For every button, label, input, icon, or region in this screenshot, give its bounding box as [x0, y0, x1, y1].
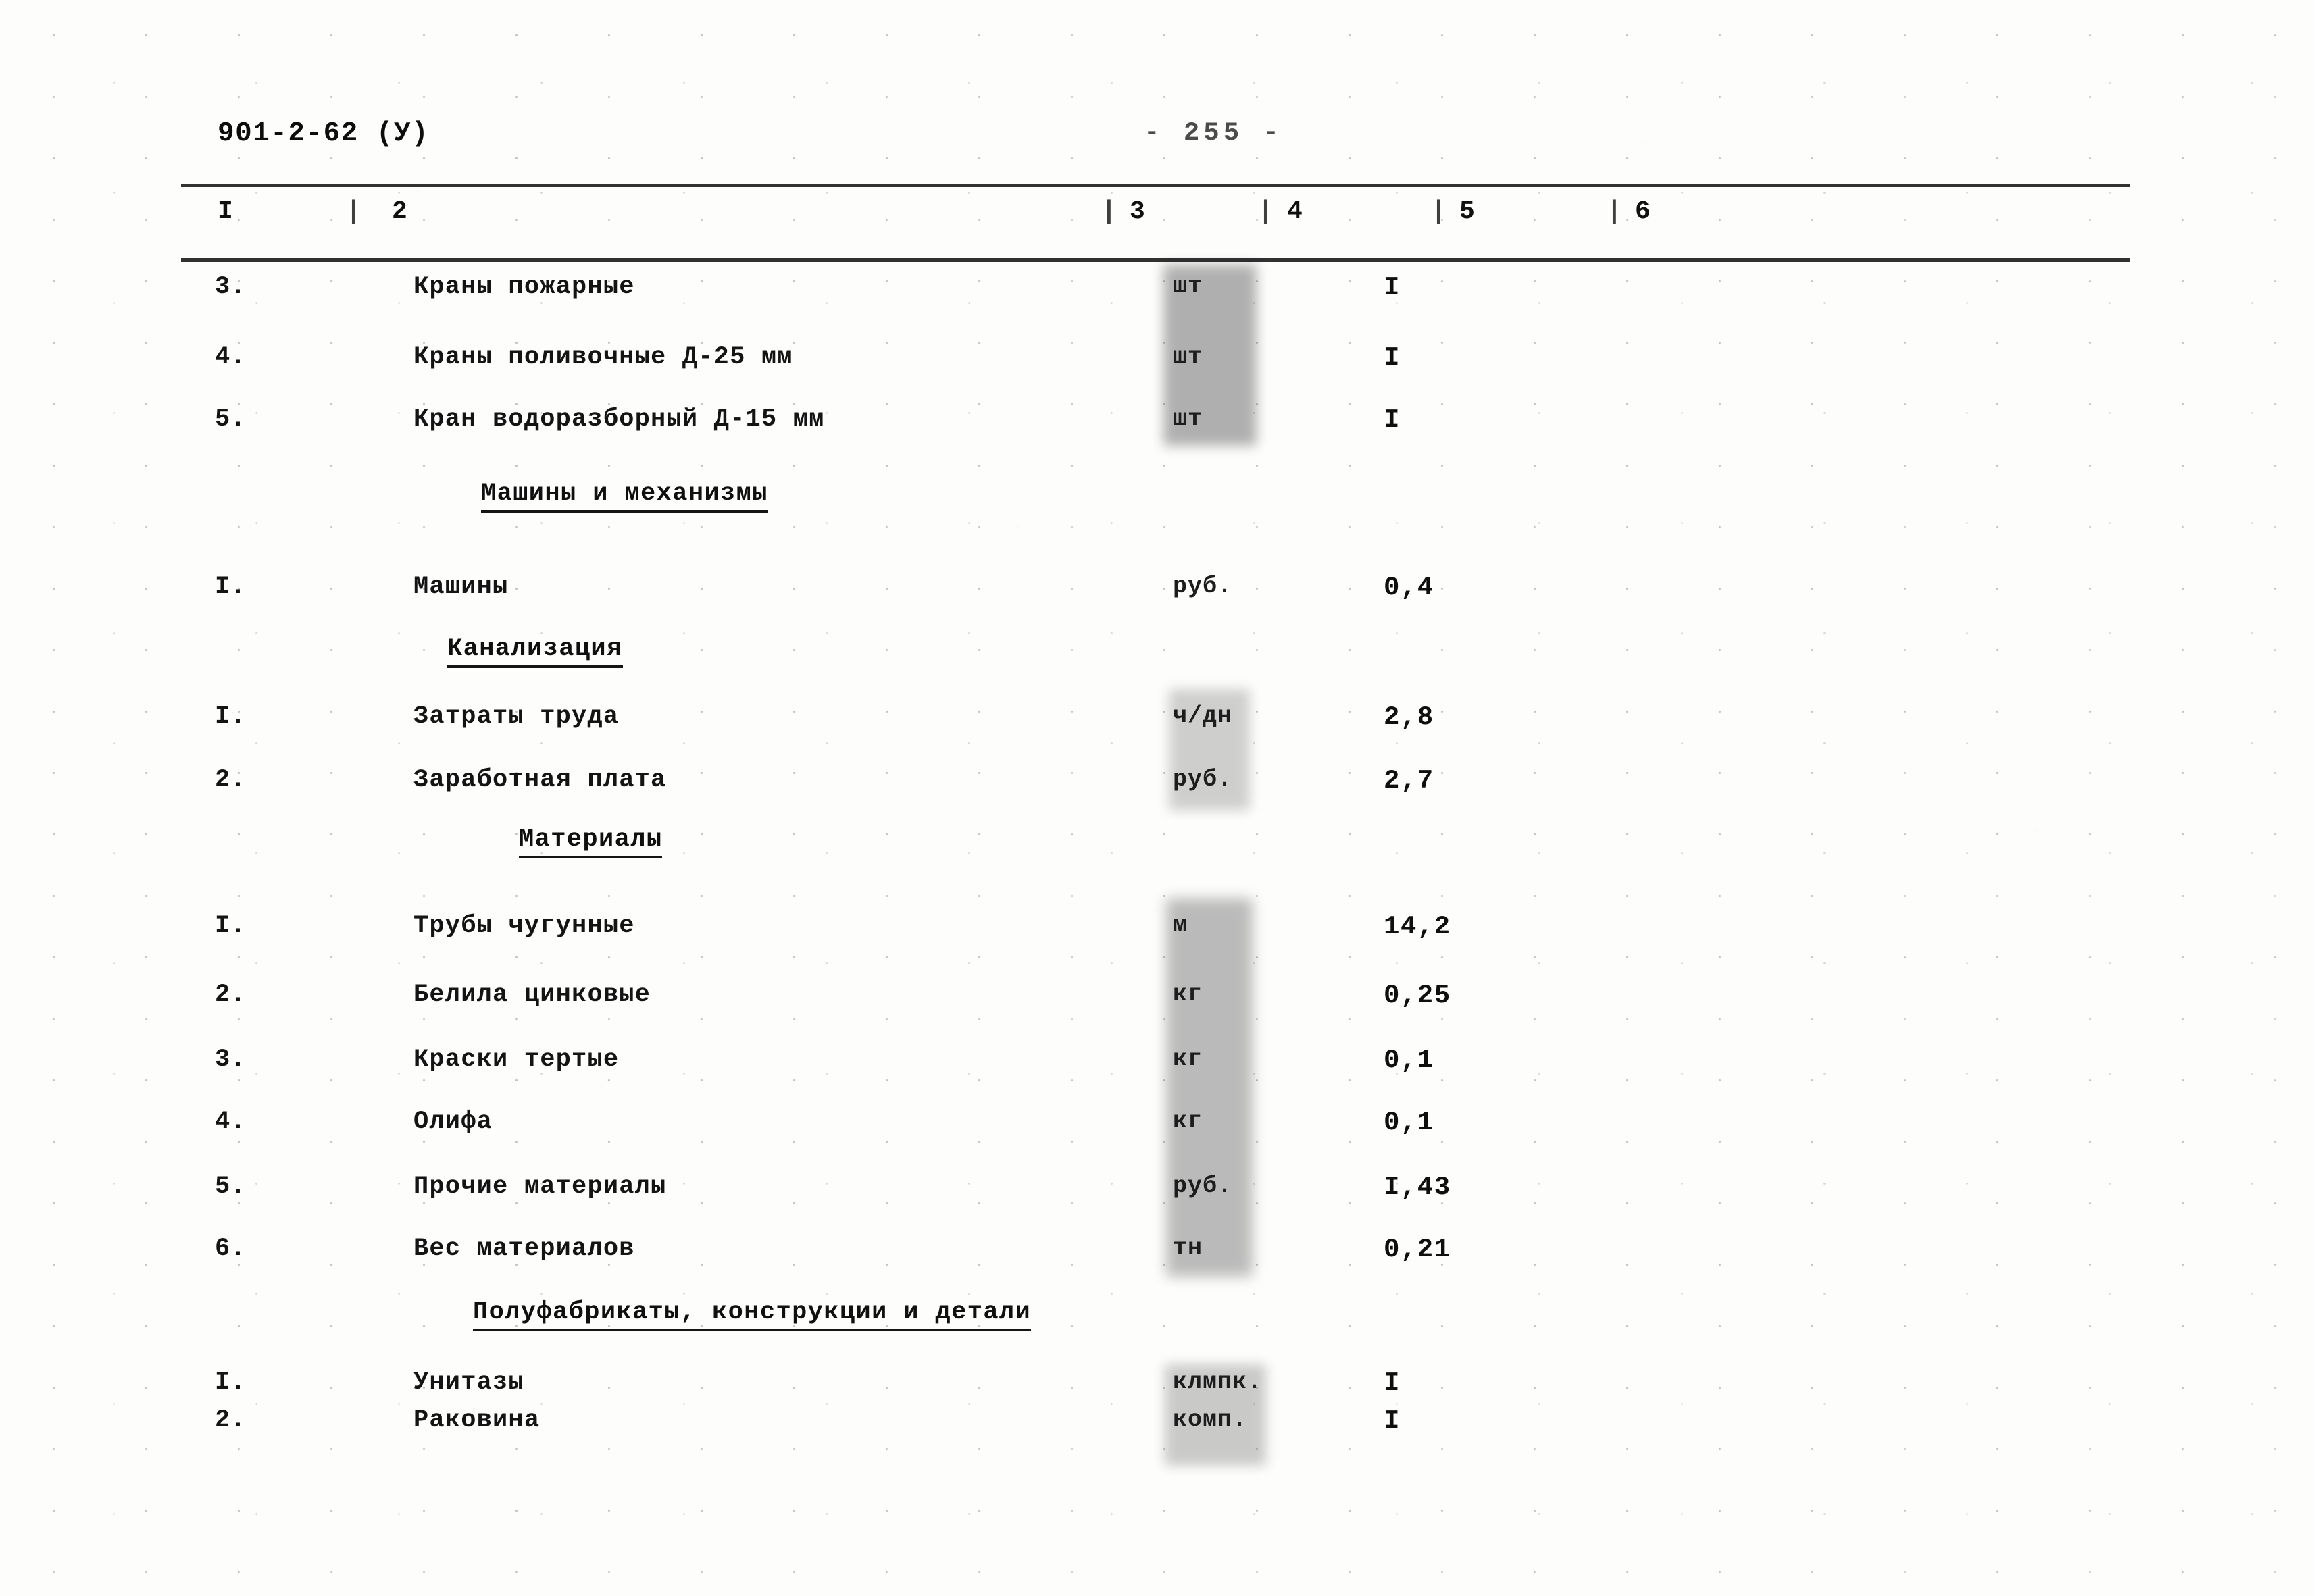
- row-name: Олифа: [413, 1108, 493, 1136]
- row-unit: шт: [1173, 343, 1203, 370]
- row-unit: кг: [1173, 1108, 1203, 1135]
- table-rule-bottom: [181, 258, 2130, 262]
- row-unit: ч/дн: [1173, 702, 1233, 729]
- row-number: 2.: [215, 766, 247, 794]
- column-header-6: 6: [1635, 197, 1651, 226]
- table-row: 2. Белила цинковые кг 0,25: [0, 981, 2314, 1023]
- column-header-separator: |: [1258, 197, 1274, 226]
- table-row: 2. Заработная плата руб. 2,7: [0, 766, 2314, 808]
- column-header-5: 5: [1459, 197, 1475, 226]
- row-unit: руб.: [1173, 766, 1233, 793]
- row-name: Белила цинковые: [413, 981, 651, 1009]
- row-number: I.: [215, 573, 247, 601]
- table-row: 4. Краны поливочные Д-25 мм шт I: [0, 343, 2314, 385]
- row-number: 3.: [215, 1046, 247, 1074]
- column-header-separator: |: [346, 197, 361, 226]
- row-unit: клмпк.: [1173, 1368, 1263, 1395]
- row-number: I.: [215, 702, 247, 731]
- table-row: I. Машины руб. 0,4: [0, 573, 2314, 615]
- column-header-separator: |: [1607, 197, 1622, 226]
- row-name: Раковина: [413, 1406, 540, 1435]
- page-number: - 255 -: [1144, 118, 1283, 148]
- section-title: Материалы: [519, 825, 663, 858]
- column-header-separator: |: [1101, 197, 1117, 226]
- row-value: I: [1384, 343, 1401, 373]
- row-name: Трубы чугунные: [413, 912, 635, 940]
- row-name: Унитазы: [413, 1368, 524, 1397]
- row-name: Краски тертые: [413, 1046, 620, 1074]
- row-name: Вес материалов: [413, 1235, 635, 1263]
- row-unit: кг: [1173, 981, 1203, 1008]
- table-row: 2. Раковина комп. I: [0, 1406, 2314, 1448]
- row-unit: руб.: [1173, 1173, 1233, 1200]
- column-header-4: 4: [1287, 197, 1303, 226]
- section-title: Полуфабрикаты, конструкции и детали: [473, 1298, 1032, 1331]
- row-value: 0,1: [1384, 1046, 1434, 1075]
- table-row: 3. Краски тертые кг 0,1: [0, 1046, 2314, 1087]
- row-name: Краны поливочные Д-25 мм: [413, 343, 793, 371]
- row-value: 0,1: [1384, 1108, 1434, 1137]
- row-number: 3.: [215, 273, 247, 301]
- row-value: I,43: [1384, 1173, 1451, 1202]
- row-number: 6.: [215, 1235, 247, 1263]
- row-value: 0,4: [1384, 573, 1434, 602]
- table-row: 5. Кран водоразборный Д-15 мм шт I: [0, 405, 2314, 447]
- table-row: 6. Вес материалов тн 0,21: [0, 1235, 2314, 1277]
- row-name: Краны пожарные: [413, 273, 635, 301]
- row-number: 2.: [215, 1406, 247, 1435]
- table-rule-top: [181, 184, 2130, 187]
- row-name: Затраты труда: [413, 702, 620, 731]
- row-value: 2,7: [1384, 766, 1434, 796]
- row-unit: руб.: [1173, 573, 1233, 600]
- row-value: 14,2: [1384, 912, 1451, 942]
- column-header-1: I: [218, 197, 233, 226]
- table-row: I. Трубы чугунные м 14,2: [0, 912, 2314, 954]
- row-number: 5.: [215, 1173, 247, 1201]
- row-value: 0,25: [1384, 981, 1451, 1010]
- row-unit: тн: [1173, 1235, 1203, 1262]
- row-unit: м: [1173, 912, 1188, 939]
- scan-smudge-artifact: [1166, 898, 1253, 1277]
- row-number: 5.: [215, 405, 247, 434]
- column-header-3: 3: [1130, 197, 1145, 226]
- table-row: 4. Олифа кг 0,1: [0, 1108, 2314, 1150]
- row-unit: шт: [1173, 405, 1203, 432]
- row-name: Заработная плата: [413, 766, 667, 794]
- row-value: 0,21: [1384, 1235, 1451, 1264]
- row-value: 2,8: [1384, 702, 1434, 732]
- row-number: 4.: [215, 343, 247, 371]
- row-value: I: [1384, 1368, 1401, 1398]
- row-number: 2.: [215, 981, 247, 1009]
- scanned-page: 901-2-62 (У) - 255 - I 2 3 4 5 6 | | | | | 3. Краны…: [0, 0, 2314, 1596]
- table-row: I. Унитазы клмпк. I: [0, 1368, 2314, 1410]
- row-unit: комп.: [1173, 1406, 1248, 1433]
- column-header-separator: |: [1431, 197, 1447, 226]
- row-value: I: [1384, 1406, 1401, 1436]
- row-value: I: [1384, 273, 1401, 303]
- row-number: I.: [215, 912, 247, 940]
- column-header-2: 2: [392, 197, 407, 226]
- table-row: 3. Краны пожарные шт I: [0, 273, 2314, 315]
- row-name: Кран водоразборный Д-15 мм: [413, 405, 825, 434]
- row-unit: шт: [1173, 273, 1203, 300]
- document-code: 901-2-62 (У): [218, 118, 430, 149]
- row-name: Машины: [413, 573, 509, 601]
- table-row: I. Затраты труда ч/дн 2,8: [0, 702, 2314, 744]
- row-unit: кг: [1173, 1046, 1203, 1073]
- row-number: 4.: [215, 1108, 247, 1136]
- section-title: Машины и механизмы: [481, 480, 768, 513]
- row-name: Прочие материалы: [413, 1173, 667, 1201]
- row-value: I: [1384, 405, 1401, 435]
- table-row: 5. Прочие материалы руб. I,43: [0, 1173, 2314, 1214]
- section-title: Канализация: [447, 635, 623, 668]
- row-number: I.: [215, 1368, 247, 1397]
